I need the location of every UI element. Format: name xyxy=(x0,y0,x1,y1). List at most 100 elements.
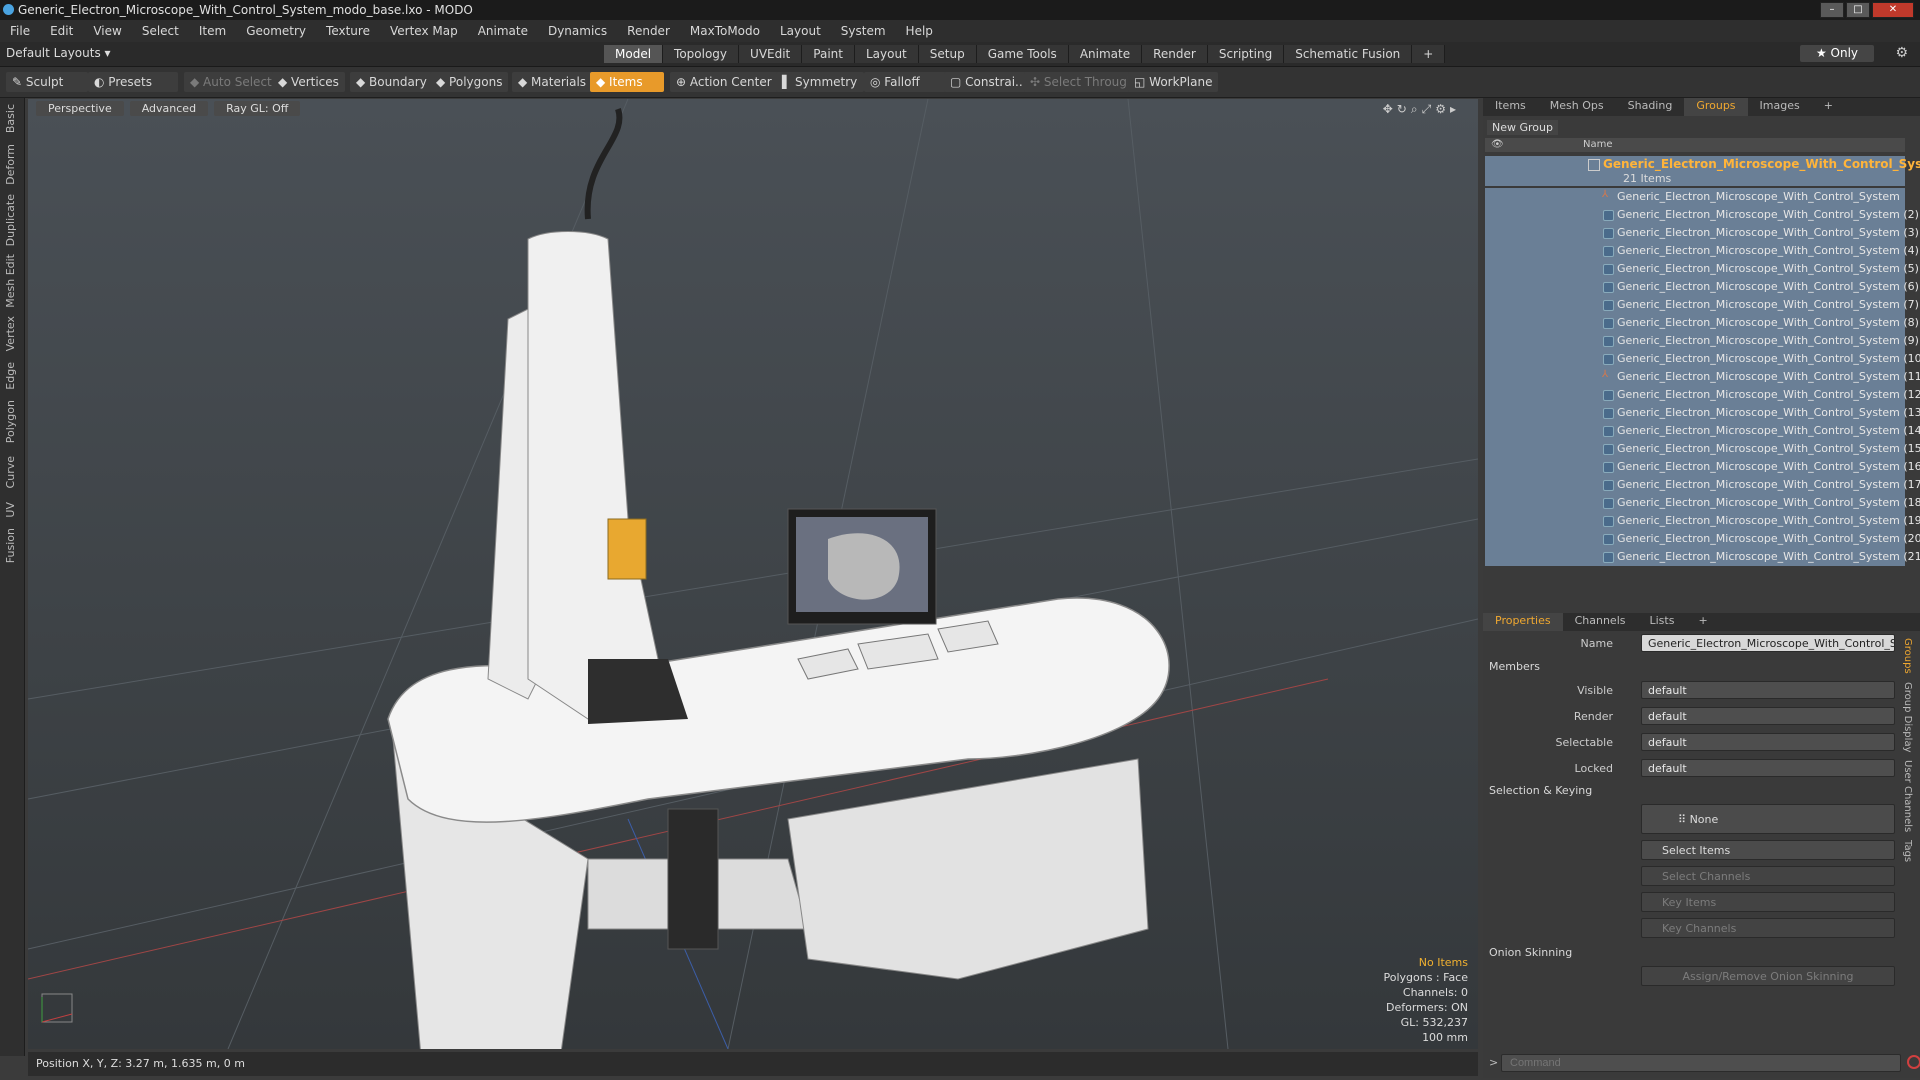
perspective-button[interactable]: Perspective xyxy=(36,101,124,116)
list-item[interactable]: Generic_Electron_Microscope_With_Control… xyxy=(1485,494,1920,512)
menu-dynamics[interactable]: Dynamics xyxy=(538,24,617,38)
ray-gl-button[interactable]: Ray GL: Off xyxy=(214,101,301,116)
menu-system[interactable]: System xyxy=(831,24,896,38)
menu-file[interactable]: File xyxy=(0,24,40,38)
list-item[interactable]: Generic_Electron_Microscope_With_Control… xyxy=(1485,206,1919,224)
selectable-dropdown[interactable]: default xyxy=(1641,733,1895,751)
menu-layout[interactable]: Layout xyxy=(770,24,831,38)
list-item[interactable]: ⅄ Generic_Electron_Microscope_With_Contro… xyxy=(1485,188,1905,206)
tab-channels[interactable]: Channels xyxy=(1563,613,1638,631)
materials-button[interactable]: ◆ Materials xyxy=(512,72,593,92)
tab-uv[interactable]: UV xyxy=(4,502,17,518)
list-item[interactable]: Generic_Electron_Microscope_With_Control… xyxy=(1485,548,1920,566)
action-center-button[interactable]: ⊕ Action Center xyxy=(670,72,778,92)
assign-onion-skinning-button[interactable]: Assign/Remove Onion Skinning xyxy=(1641,966,1895,986)
tab-animate[interactable]: Animate xyxy=(1068,45,1143,63)
list-item[interactable]: Generic_Electron_Microscope_With_Control… xyxy=(1485,242,1919,260)
tab-items[interactable]: Items xyxy=(1483,98,1538,116)
menu-geometry[interactable]: Geometry xyxy=(236,24,316,38)
zoom-icon[interactable]: ⌕ xyxy=(1411,102,1422,116)
tab-schematic-fusion[interactable]: Schematic Fusion xyxy=(1284,45,1413,63)
menu-vertex-map[interactable]: Vertex Map xyxy=(380,24,468,38)
select-items-button[interactable]: Select Items xyxy=(1641,840,1895,860)
tab-mesh-edit[interactable]: Mesh Edit xyxy=(4,254,17,308)
tab-edge[interactable]: Edge xyxy=(4,362,17,390)
tab-curve[interactable]: Curve xyxy=(4,456,17,488)
viewport-gear-icon[interactable]: ⚙ xyxy=(1435,102,1450,116)
polygons-button[interactable]: ◆ Polygons xyxy=(430,72,509,92)
onion-skinning-section[interactable]: Onion Skinning xyxy=(1489,946,1572,959)
side-tab-group-display[interactable]: Group Display xyxy=(1902,682,1913,752)
add-panel-tab-button[interactable]: + xyxy=(1812,98,1845,116)
tab-mesh-ops[interactable]: Mesh Ops xyxy=(1538,98,1616,116)
tab-lists[interactable]: Lists xyxy=(1638,613,1687,631)
name-field[interactable]: Generic_Electron_Microscope_With_Control… xyxy=(1641,634,1895,652)
gear-icon[interactable]: ⚙ xyxy=(1895,45,1908,61)
items-button[interactable]: ◆ Items xyxy=(590,72,664,92)
add-tab-button[interactable]: + xyxy=(1412,45,1446,63)
viewport-menu-icon[interactable]: ▸ xyxy=(1450,102,1460,116)
list-item[interactable]: Generic_Electron_Microscope_With_Control… xyxy=(1485,422,1920,440)
tab-topology[interactable]: Topology xyxy=(663,45,740,63)
list-item[interactable]: Generic_Electron_Microscope_With_Control… xyxy=(1485,260,1919,278)
tab-scripting[interactable]: Scripting xyxy=(1207,45,1285,63)
minimize-button[interactable]: – xyxy=(1820,2,1844,18)
side-tab-groups[interactable]: Groups xyxy=(1902,638,1913,674)
menu-render[interactable]: Render xyxy=(617,24,680,38)
tab-layout[interactable]: Layout xyxy=(854,45,919,63)
list-item[interactable]: ⅄ Generic_Electron_Microscope_With_Contro… xyxy=(1485,368,1920,386)
key-channels-button[interactable]: Key Channels xyxy=(1641,918,1895,938)
side-tab-user-channels[interactable]: User Channels xyxy=(1902,760,1913,832)
locked-dropdown[interactable]: default xyxy=(1641,759,1895,777)
tab-game-tools[interactable]: Game Tools xyxy=(976,45,1069,63)
tab-polygon[interactable]: Polygon xyxy=(4,400,17,443)
menu-maxtomodo[interactable]: MaxToModo xyxy=(680,24,770,38)
tab-render[interactable]: Render xyxy=(1142,45,1208,63)
key-items-button[interactable]: Key Items xyxy=(1641,892,1895,912)
presets-button[interactable]: ◐ Presets xyxy=(88,72,178,92)
boundary-button[interactable]: ◆ Boundary xyxy=(350,72,433,92)
command-stop-icon[interactable] xyxy=(1907,1055,1920,1069)
menu-select[interactable]: Select xyxy=(132,24,189,38)
select-channels-button[interactable]: Select Channels xyxy=(1641,866,1895,886)
workplane-button[interactable]: ◱ WorkPlane xyxy=(1128,72,1219,92)
selection-keying-section[interactable]: Selection & Keying xyxy=(1489,784,1592,797)
close-button[interactable]: ✕ xyxy=(1872,2,1914,18)
new-group-button[interactable]: New Group xyxy=(1487,120,1558,135)
menu-item[interactable]: Item xyxy=(189,24,236,38)
list-item[interactable]: Generic_Electron_Microscope_With_Control… xyxy=(1485,278,1919,296)
vertices-button[interactable]: ◆ Vertices xyxy=(272,72,345,92)
falloff-button[interactable]: ◎ Falloff xyxy=(864,72,946,92)
tab-uvedit[interactable]: UVEdit xyxy=(739,45,803,63)
menu-animate[interactable]: Animate xyxy=(468,24,538,38)
constraints-button[interactable]: ▢ Constrai... xyxy=(944,72,1033,92)
tab-basic[interactable]: Basic xyxy=(4,104,17,133)
list-item[interactable]: Generic_Electron_Microscope_With_Control… xyxy=(1485,224,1919,242)
list-item[interactable]: Generic_Electron_Microscope_With_Control… xyxy=(1485,530,1920,548)
tab-deform[interactable]: Deform xyxy=(4,144,17,185)
menu-texture[interactable]: Texture xyxy=(316,24,380,38)
list-item[interactable]: Generic_Electron_Microscope_With_Control… xyxy=(1485,332,1919,350)
list-item[interactable]: Generic_Electron_Microscope_With_Control… xyxy=(1485,404,1920,422)
column-name[interactable]: Name xyxy=(1583,139,1613,150)
tab-shading[interactable]: Shading xyxy=(1616,98,1685,116)
tab-properties[interactable]: Properties xyxy=(1483,613,1563,631)
tab-groups[interactable]: Groups xyxy=(1684,98,1748,116)
rotate-icon[interactable]: ↻ xyxy=(1397,102,1411,116)
tab-vertex[interactable]: Vertex xyxy=(4,316,17,351)
list-item[interactable]: Generic_Electron_Microscope_With_Control… xyxy=(1485,512,1920,530)
list-item[interactable]: Generic_Electron_Microscope_With_Control… xyxy=(1485,440,1920,458)
list-item[interactable]: Generic_Electron_Microscope_With_Control… xyxy=(1485,458,1920,476)
advanced-button[interactable]: Advanced xyxy=(129,101,209,116)
select-through-button[interactable]: ✣ Select Through xyxy=(1024,72,1141,92)
menu-help[interactable]: Help xyxy=(896,24,943,38)
menu-edit[interactable]: Edit xyxy=(40,24,83,38)
group-row[interactable]: Generic_Electron_Microscope_With_Control… xyxy=(1485,156,1920,186)
members-section[interactable]: Members xyxy=(1489,660,1540,673)
selection-set-field[interactable]: ⠿ None xyxy=(1641,804,1895,834)
list-item[interactable]: Generic_Electron_Microscope_With_Control… xyxy=(1485,314,1919,332)
visible-dropdown[interactable]: default xyxy=(1641,681,1895,699)
list-item[interactable]: Generic_Electron_Microscope_With_Control… xyxy=(1485,476,1920,494)
tab-duplicate[interactable]: Duplicate xyxy=(4,194,17,246)
list-item[interactable]: Generic_Electron_Microscope_With_Control… xyxy=(1485,350,1920,368)
